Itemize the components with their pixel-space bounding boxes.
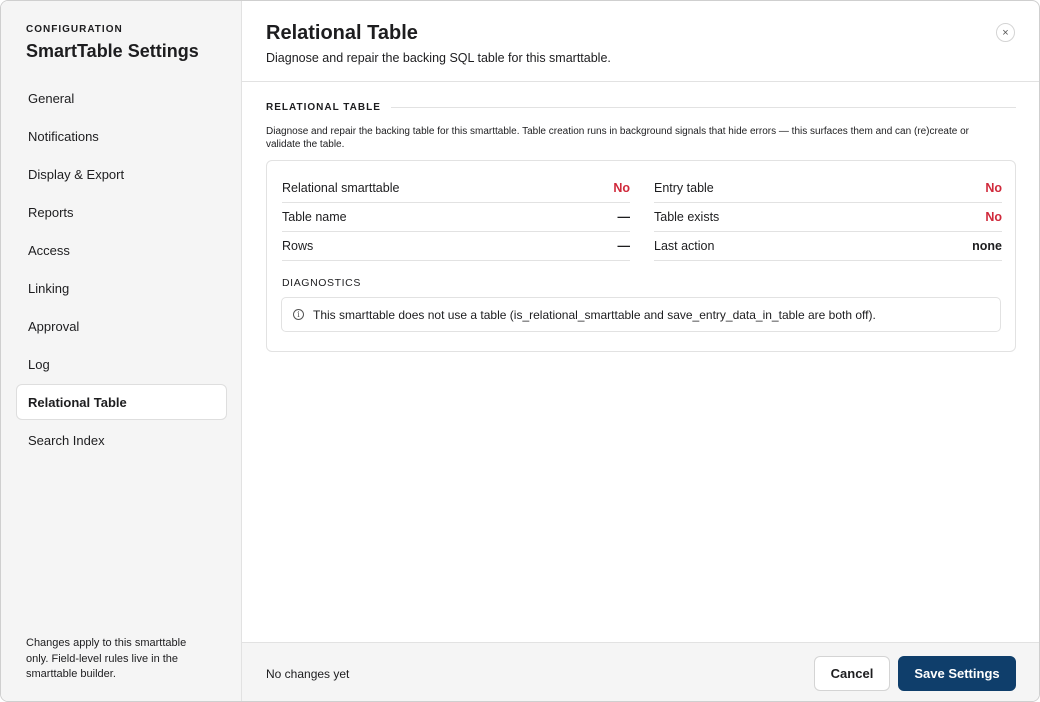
cancel-button[interactable]: Cancel (814, 656, 890, 691)
sidebar-item-approval[interactable]: Approval (16, 308, 227, 344)
status-row-entry-table: Entry table No (654, 173, 1002, 203)
status-key: Rows (282, 239, 314, 253)
sidebar-eyebrow: CONFIGURATION (26, 24, 123, 35)
settings-dialog: CONFIGURATION SmartTable Settings Genera… (0, 0, 1040, 702)
status-value: none (972, 239, 1002, 253)
close-icon[interactable]: × (996, 23, 1015, 42)
info-icon: i (293, 309, 304, 320)
sidebar-item-notifications[interactable]: Notifications (16, 118, 227, 154)
status-value: No (613, 180, 630, 195)
status-key: Relational smarttable (282, 180, 400, 195)
sidebar-item-search-index[interactable]: Search Index (16, 422, 227, 458)
sidebar-item-reports[interactable]: Reports (16, 194, 227, 230)
page-title: Relational Table (266, 22, 418, 44)
section-divider (390, 106, 1016, 108)
status-row-relational-smarttable: Relational smarttable No (282, 173, 630, 203)
status-row-rows: Rows — (282, 232, 630, 261)
status-card: Relational smarttable No Table name — Ro… (266, 160, 1016, 352)
status-key: Entry table (654, 180, 714, 195)
sidebar-nav: General Notifications Display & Export R… (16, 80, 227, 460)
status-value: No (985, 180, 1002, 195)
status-key: Table name (282, 210, 347, 224)
diagnostics-message-box: i This smarttable does not use a table (… (281, 297, 1001, 332)
status-column-right: Entry table No Table exists No Last acti… (654, 173, 1002, 261)
status-value: — (617, 210, 631, 224)
status-row-last-action: Last action none (654, 232, 1002, 261)
status-column-left: Relational smarttable No Table name — Ro… (282, 173, 630, 261)
sidebar-item-relational-table[interactable]: Relational Table (16, 384, 227, 420)
save-settings-button[interactable]: Save Settings (898, 656, 1016, 691)
sidebar-item-log[interactable]: Log (16, 346, 227, 382)
sidebar-item-linking[interactable]: Linking (16, 270, 227, 306)
section-label: RELATIONAL TABLE (266, 101, 381, 113)
sidebar: CONFIGURATION SmartTable Settings Genera… (1, 1, 242, 701)
section-header: RELATIONAL TABLE (266, 101, 1016, 113)
sidebar-item-display-export[interactable]: Display & Export (16, 156, 227, 192)
status-key: Table exists (654, 210, 720, 224)
sidebar-item-access[interactable]: Access (16, 232, 227, 268)
status-value: — (617, 239, 631, 253)
sidebar-item-general[interactable]: General (16, 80, 227, 116)
status-row-table-exists: Table exists No (654, 203, 1002, 232)
status-value: No (985, 210, 1002, 224)
status-row-table-name: Table name — (282, 203, 630, 232)
diagnostics-label: DIAGNOSTICS (282, 277, 361, 289)
sidebar-footnote: Changes apply to this smarttable only. F… (26, 637, 187, 680)
page-subtitle: Diagnose and repair the backing SQL tabl… (266, 51, 611, 65)
status-key: Last action (654, 239, 715, 253)
main-panel: Relational Table Diagnose and repair the… (242, 1, 1039, 701)
change-status: No changes yet (266, 667, 350, 681)
sidebar-title: SmartTable Settings (26, 41, 199, 61)
dialog-footer: No changes yet Cancel Save Settings (242, 642, 1039, 701)
main-header: Relational Table Diagnose and repair the… (242, 1, 1039, 82)
diagnostics-message: This smarttable does not use a table (is… (313, 307, 876, 322)
section-description: Diagnose and repair the backing table fo… (266, 126, 969, 150)
